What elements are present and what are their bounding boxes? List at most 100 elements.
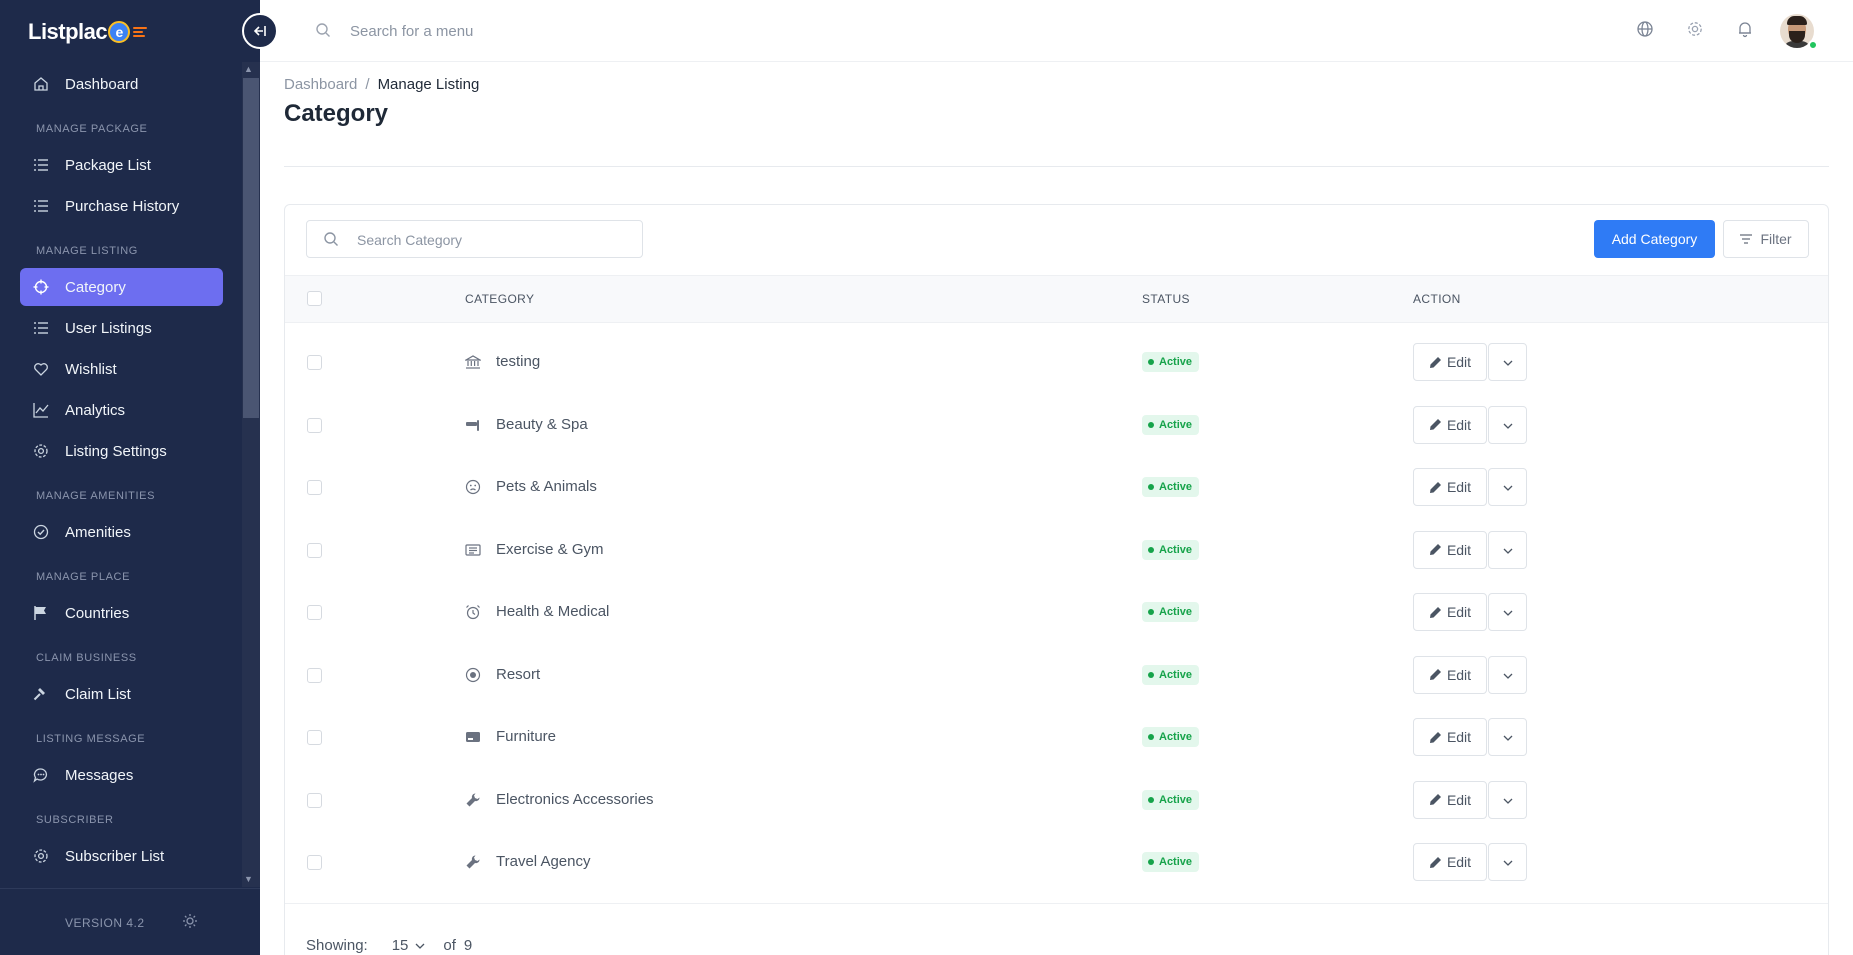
- status-text: Active: [1159, 418, 1193, 431]
- edit-button[interactable]: Edit: [1413, 843, 1487, 881]
- sidebar-section-label: SUBSCRIBER: [36, 814, 114, 826]
- sidebar-item-messages[interactable]: Messages: [20, 756, 223, 794]
- building-icon: [465, 354, 481, 370]
- status-text: Active: [1159, 543, 1193, 556]
- status-badge: Active: [1142, 539, 1200, 560]
- chevron-down-icon: [1503, 478, 1513, 496]
- logo-text: Listplac: [28, 19, 108, 44]
- category-table-card: Add Category Filter CATEGORY STATUS ACTI…: [284, 204, 1829, 955]
- edit-label: Edit: [1446, 541, 1472, 558]
- row-actions-dropdown[interactable]: [1488, 405, 1527, 444]
- status-badge: Active: [1142, 727, 1200, 747]
- sidebar-section-label: MANAGE PLACE: [36, 571, 131, 583]
- sidebar-section-label: MANAGE PACKAGE: [36, 123, 148, 135]
- status-badge: Active: [1142, 664, 1200, 685]
- row-actions-dropdown[interactable]: [1488, 530, 1527, 569]
- category-name: Travel Agency: [496, 853, 591, 870]
- sidebar-item-dashboard[interactable]: Dashboard: [20, 65, 223, 103]
- chevron-down-icon: [415, 943, 425, 949]
- alarm-clock-icon: [465, 604, 481, 620]
- sidebar-item-label: Wishlist: [65, 360, 117, 378]
- add-category-button[interactable]: Add Category: [1594, 220, 1715, 258]
- row-actions-dropdown[interactable]: [1488, 593, 1527, 631]
- sidebar-item-package-list[interactable]: Package List: [20, 146, 223, 184]
- edit-button[interactable]: Edit: [1413, 655, 1487, 694]
- edit-label: Edit: [1446, 791, 1472, 808]
- breadcrumb-dashboard-link[interactable]: Dashboard: [284, 76, 357, 93]
- row-checkbox[interactable]: [307, 542, 322, 558]
- sidebar-item-user-listings[interactable]: User Listings: [20, 309, 223, 347]
- row-checkbox[interactable]: [307, 417, 322, 433]
- status-text: Active: [1159, 856, 1193, 868]
- sidebar-item-countries[interactable]: Countries: [20, 594, 223, 632]
- sidebar-item-label: User Listings: [65, 319, 152, 337]
- category-search-input[interactable]: [357, 230, 627, 250]
- bell-icon[interactable]: [1736, 20, 1754, 43]
- per-page-select[interactable]: 15: [392, 937, 426, 954]
- row-actions-dropdown[interactable]: [1488, 843, 1527, 881]
- sidebar-item-label: Package List: [65, 156, 151, 174]
- settings-icon[interactable]: [1686, 20, 1704, 43]
- sidebar-item-analytics[interactable]: Analytics: [20, 391, 223, 429]
- chevron-down-icon: [1503, 603, 1513, 621]
- home-icon: [32, 75, 50, 93]
- row-actions-dropdown[interactable]: [1488, 718, 1527, 756]
- sidebar-scrollbar-thumb[interactable]: [243, 78, 259, 418]
- filter-button[interactable]: Filter: [1723, 220, 1809, 258]
- sidebar-item-listing-settings[interactable]: Listing Settings: [20, 432, 223, 470]
- sidebar-item-purchase-history[interactable]: Purchase History: [20, 187, 223, 225]
- breadcrumb: Dashboard / Manage Listing: [284, 76, 479, 93]
- edit-label: Edit: [1446, 416, 1472, 433]
- row-checkbox[interactable]: [307, 855, 322, 870]
- breadcrumb-separator: /: [365, 76, 370, 93]
- category-name: Electronics Accessories: [496, 790, 654, 808]
- table-row: Pets & Animals Active Edit: [285, 456, 1828, 518]
- pagination-info: Showing: 15 of 9: [306, 937, 472, 954]
- sidebar-item-subscriber-list[interactable]: Subscriber List: [20, 837, 223, 875]
- showing-label: Showing:: [306, 937, 368, 954]
- wrench-icon: [465, 792, 481, 808]
- row-checkbox[interactable]: [307, 667, 322, 683]
- scroll-up-icon[interactable]: ▲: [244, 64, 253, 74]
- row-actions-dropdown[interactable]: [1488, 343, 1527, 381]
- edit-button[interactable]: Edit: [1413, 718, 1487, 756]
- row-checkbox[interactable]: [307, 480, 322, 495]
- globe-icon[interactable]: [1636, 20, 1654, 43]
- row-actions-dropdown[interactable]: [1488, 468, 1527, 506]
- status-badge: Active: [1142, 352, 1200, 372]
- sidebar-item-wishlist[interactable]: Wishlist: [20, 350, 223, 388]
- row-checkbox[interactable]: [307, 730, 322, 745]
- row-actions-dropdown[interactable]: [1488, 780, 1527, 819]
- row-checkbox[interactable]: [307, 792, 322, 808]
- row-actions-dropdown[interactable]: [1488, 655, 1527, 694]
- chat-icon: [32, 766, 50, 784]
- sidebar-item-category[interactable]: Category: [20, 268, 223, 306]
- edit-button[interactable]: Edit: [1413, 405, 1487, 444]
- edit-label: Edit: [1446, 729, 1472, 745]
- gear-icon: [32, 442, 50, 460]
- edit-button[interactable]: Edit: [1413, 780, 1487, 819]
- edit-button[interactable]: Edit: [1413, 343, 1487, 381]
- sidebar-collapse-button[interactable]: [242, 13, 278, 49]
- menu-search-input[interactable]: [350, 19, 750, 43]
- face-icon: [465, 479, 481, 495]
- row-checkbox[interactable]: [307, 605, 322, 620]
- column-header-status[interactable]: STATUS: [1142, 292, 1190, 306]
- radio-dot-icon: [465, 667, 481, 683]
- edit-button[interactable]: Edit: [1413, 530, 1487, 569]
- row-checkbox[interactable]: [307, 355, 322, 370]
- sidebar-item-claim-list[interactable]: Claim List: [20, 675, 223, 713]
- select-all-checkbox[interactable]: [307, 291, 322, 306]
- app-logo[interactable]: Listplac e: [28, 18, 148, 46]
- category-name: Beauty & Spa: [496, 415, 588, 433]
- edit-button[interactable]: Edit: [1413, 593, 1487, 631]
- sun-icon[interactable]: [182, 913, 198, 934]
- chevron-down-icon: [1503, 353, 1513, 371]
- scroll-down-icon[interactable]: ▼: [244, 874, 253, 884]
- category-search-box[interactable]: [306, 220, 643, 258]
- sidebar-item-label: Subscriber List: [65, 847, 165, 865]
- column-header-category[interactable]: CATEGORY: [465, 292, 534, 306]
- sidebar-item-label: Claim List: [65, 685, 131, 703]
- edit-button[interactable]: Edit: [1413, 468, 1487, 506]
- sidebar-item-amenities[interactable]: Amenities: [20, 513, 223, 551]
